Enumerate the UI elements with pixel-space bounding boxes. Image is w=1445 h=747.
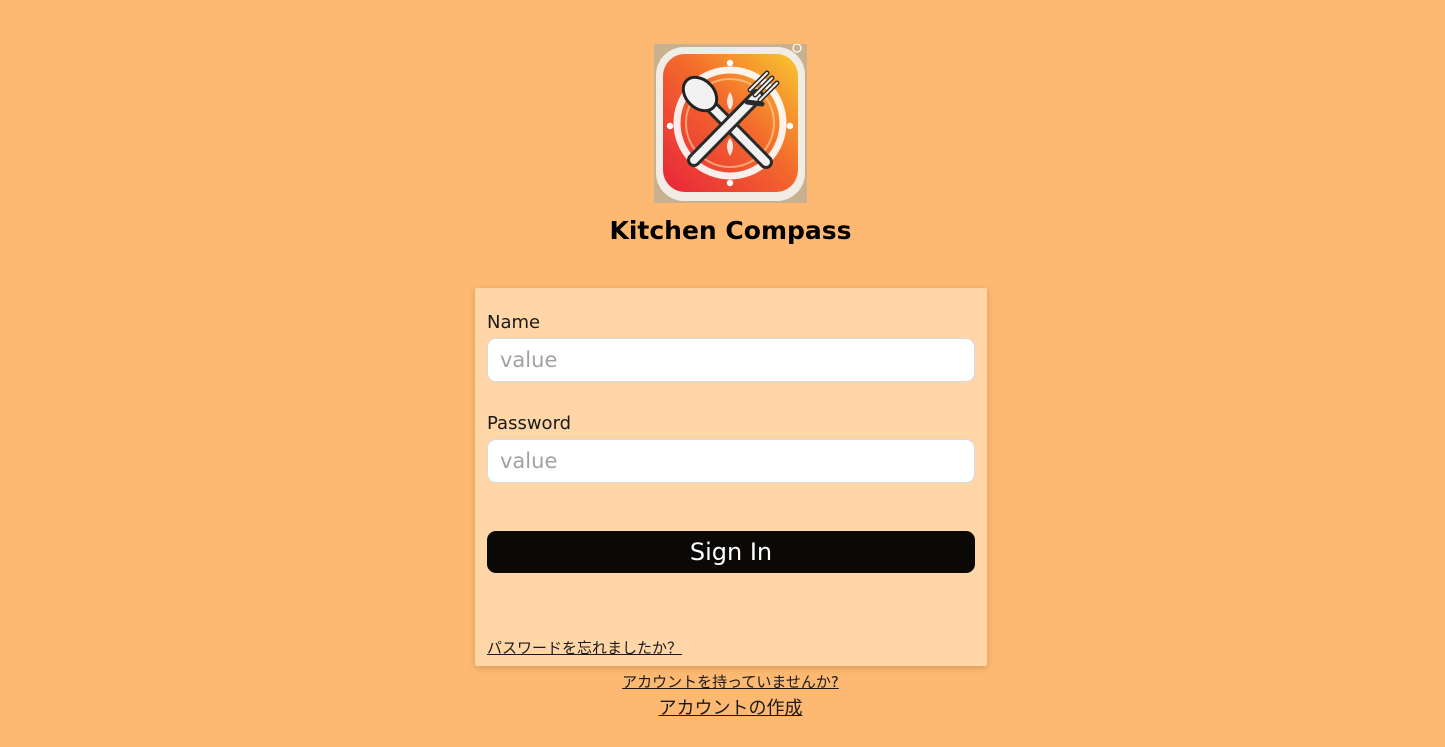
create-account-link[interactable]: アカウントの作成 (0, 697, 1445, 721)
no-account-link[interactable]: アカウントを持っていませんか? (0, 672, 1445, 692)
password-label: Password (487, 413, 572, 434)
login-page: Kitchen Compass Name Password Sign In パス… (0, 0, 1445, 747)
app-logo-icon (654, 44, 807, 203)
name-label: Name (487, 312, 541, 333)
sign-in-button[interactable]: Sign In (487, 531, 975, 573)
forgot-password-link[interactable]: パスワードを忘れましたか？ (487, 638, 682, 658)
login-card: Name Password Sign In パスワードを忘れましたか？ (475, 288, 987, 666)
app-title: Kitchen Compass (609, 216, 852, 245)
name-input[interactable] (487, 338, 975, 382)
password-input[interactable] (487, 439, 975, 483)
